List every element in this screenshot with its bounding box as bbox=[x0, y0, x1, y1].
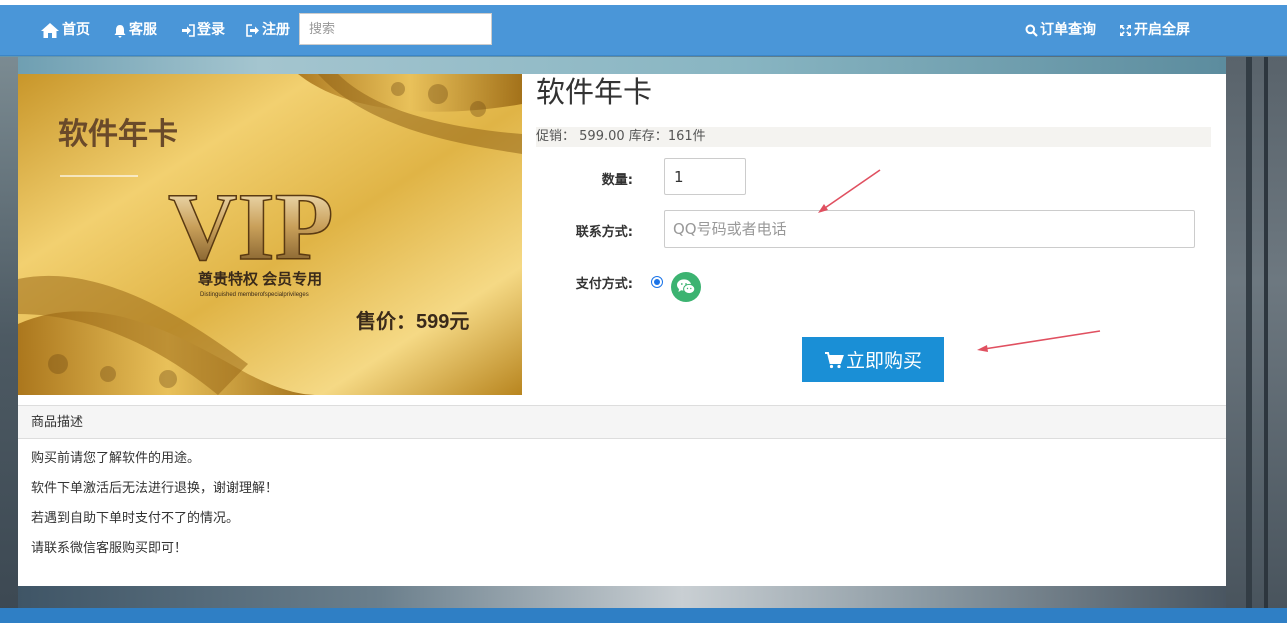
nav-fullscreen[interactable]: 开启全屏 bbox=[1119, 5, 1190, 56]
nav-order-query-label: 订单查询 bbox=[1040, 22, 1096, 38]
nav-service[interactable]: 客服 bbox=[113, 5, 157, 56]
annotation-arrow-contact bbox=[818, 169, 881, 213]
stock-value: 161件 bbox=[667, 129, 706, 144]
buy-now-label: 立即购买 bbox=[845, 350, 922, 372]
image-vip-text: VIP bbox=[168, 173, 333, 280]
image-slogan: 尊贵特权 会员专用 bbox=[198, 270, 322, 288]
nav-register[interactable]: 注册 bbox=[246, 5, 290, 56]
nav-login[interactable]: 登录 bbox=[181, 5, 225, 56]
background-top-band bbox=[18, 57, 1226, 74]
navbar: 首页 客服 登录 注册 订单查询 开启全屏 bbox=[0, 5, 1287, 56]
background-left bbox=[0, 57, 18, 617]
image-title: 软件年卡 bbox=[58, 118, 178, 151]
description-line: 若遇到自助下单时支付不了的情况。 bbox=[31, 511, 240, 526]
footer-bar bbox=[0, 608, 1287, 623]
promo-price: 599.00 bbox=[579, 129, 625, 144]
wechat-pay-radio[interactable] bbox=[651, 276, 663, 288]
description-line: 软件下单激活后无法进行退换，谢谢理解！ bbox=[31, 481, 279, 496]
search-input[interactable] bbox=[299, 13, 492, 45]
annotation-arrow-buy bbox=[977, 330, 1101, 352]
background-right bbox=[1226, 57, 1287, 617]
nav-home-label: 首页 bbox=[62, 22, 90, 38]
promo-label: 促销： bbox=[536, 129, 576, 144]
nav-login-label: 登录 bbox=[197, 22, 225, 38]
promo-row: 促销： 599.00 库存：161件 bbox=[536, 127, 1211, 147]
shopping-cart-icon bbox=[824, 351, 844, 368]
product-title: 软件年卡 bbox=[536, 75, 653, 109]
description-line: 购买前请您了解软件的用途。 bbox=[31, 451, 201, 466]
nav-register-label: 注册 bbox=[262, 22, 290, 38]
nav-service-label: 客服 bbox=[129, 22, 157, 38]
sign-in-icon bbox=[182, 24, 195, 37]
wechat-glyph-icon bbox=[677, 279, 696, 295]
bell-icon bbox=[114, 24, 126, 38]
home-icon bbox=[41, 23, 59, 38]
nav-order-query[interactable]: 订单查询 bbox=[1025, 5, 1096, 56]
contact-field[interactable] bbox=[664, 210, 1195, 248]
nav-fullscreen-label: 开启全屏 bbox=[1134, 22, 1190, 38]
wechat-icon[interactable] bbox=[671, 272, 701, 302]
background-bottom-band bbox=[18, 586, 1226, 608]
nav-home[interactable]: 首页 bbox=[40, 5, 90, 56]
description-header: 商品描述 bbox=[18, 406, 1226, 439]
contact-label: 联系方式: bbox=[575, 225, 633, 240]
expand-icon bbox=[1120, 25, 1131, 36]
search-icon bbox=[1025, 24, 1038, 37]
vip-card-image: 软件年卡 VIP 尊贵特权 会员专用 Distinguished membero… bbox=[18, 74, 522, 395]
description-body: 购买前请您了解软件的用途。 软件下单激活后无法进行退换，谢谢理解！ 若遇到自助下… bbox=[18, 439, 1226, 558]
pay-label: 支付方式: bbox=[575, 277, 633, 292]
image-slogan-en: Distinguished memberofspecialprivileges bbox=[200, 292, 309, 298]
buy-now-button[interactable]: 立即购买 bbox=[802, 337, 944, 382]
product-image: 软件年卡 VIP 尊贵特权 会员专用 Distinguished membero… bbox=[18, 74, 522, 395]
product-panel: 软件年卡 VIP 尊贵特权 会员专用 Distinguished membero… bbox=[18, 74, 1226, 405]
description-line: 请联系微信客服购买即可！ bbox=[31, 541, 188, 556]
qty-label: 数量: bbox=[601, 173, 633, 188]
image-price: 售价：599元 bbox=[356, 309, 469, 333]
stock-label: 库存： bbox=[628, 129, 668, 144]
description-panel: 商品描述 购买前请您了解软件的用途。 软件下单激活后无法进行退换，谢谢理解！ 若… bbox=[18, 405, 1226, 586]
quantity-input[interactable] bbox=[664, 158, 746, 195]
sign-out-icon bbox=[246, 24, 259, 37]
